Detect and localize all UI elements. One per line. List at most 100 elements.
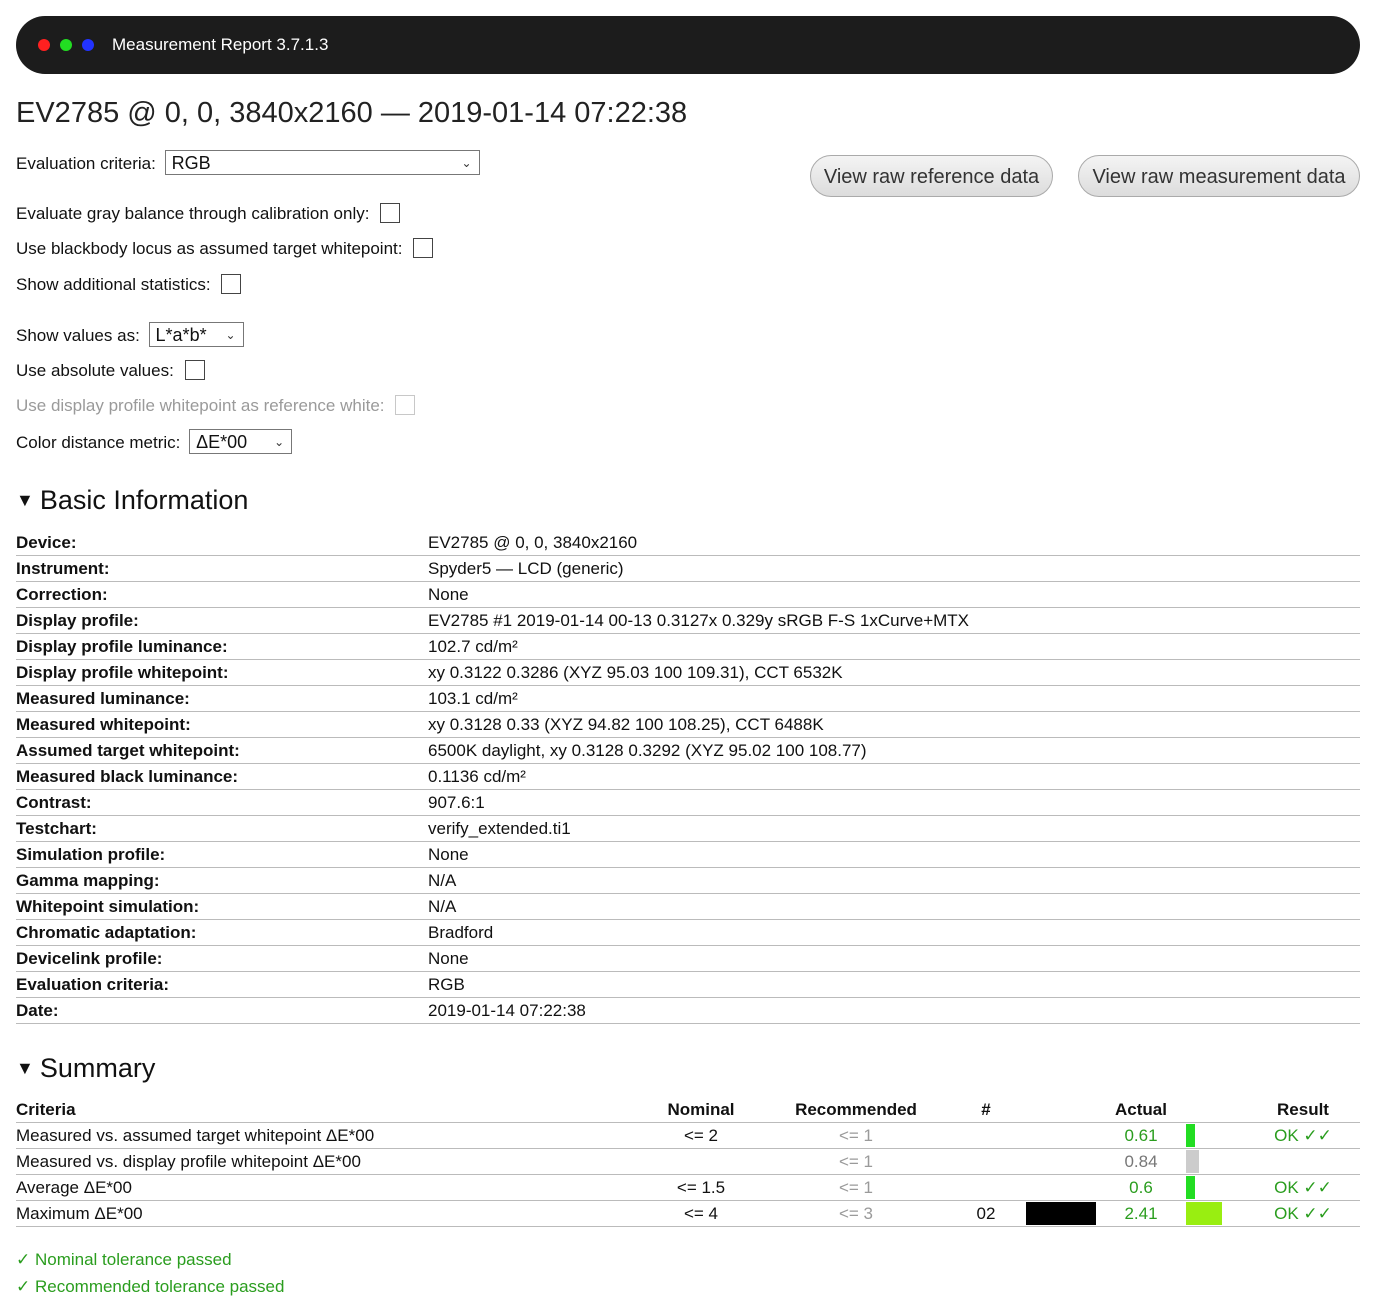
- summary-nominal: <= 2: [636, 1122, 766, 1149]
- summary-table: Criteria Nominal Recommended # Actual Re…: [16, 1097, 1360, 1227]
- info-key: Instrument:: [16, 555, 428, 582]
- nominal-passed-text: ✓ Nominal tolerance passed: [16, 1250, 232, 1269]
- profile-whitepoint-checkbox[interactable]: [395, 394, 416, 415]
- additional-stats-label: Show additional statistics:: [16, 275, 211, 294]
- info-value: 102.7 cd/m²: [428, 633, 1360, 660]
- actual-bar: [1186, 1124, 1195, 1147]
- info-value: 6500K daylight, xy 0.3128 0.3292 (XYZ 95…: [428, 737, 1360, 764]
- summary-actual: 0.6: [1096, 1174, 1186, 1201]
- summary-nominal: [636, 1148, 766, 1175]
- info-key: Measured whitepoint:: [16, 711, 428, 738]
- color-swatch: [1026, 1202, 1096, 1225]
- info-value: 0.1136 cd/m²: [428, 763, 1360, 790]
- minimize-dot-icon[interactable]: [60, 39, 72, 51]
- gray-balance-label: Evaluate gray balance through calibratio…: [16, 204, 370, 223]
- info-key: Measured luminance:: [16, 685, 428, 712]
- info-value: None: [428, 945, 1360, 972]
- summary-result: [1246, 1148, 1360, 1175]
- info-row: Assumed target whitepoint: 6500K daylight…: [16, 737, 1360, 764]
- evaluation-criteria-select[interactable]: RGB ⌄: [164, 150, 480, 175]
- info-row: Instrument: Spyder5 — LCD (generic): [16, 555, 1360, 582]
- basic-info-heading[interactable]: ▼ Basic Information: [16, 485, 248, 516]
- summary-recommended: <= 1: [766, 1148, 946, 1175]
- summary-bar-cell: [1186, 1122, 1246, 1149]
- blackbody-row: Use blackbody locus as assumed target wh…: [16, 237, 434, 260]
- disclosure-triangle-icon[interactable]: ▼: [16, 1058, 34, 1078]
- col-criteria: Criteria: [16, 1097, 636, 1123]
- summary-row: Measured vs. display profile whitepoint …: [16, 1148, 1360, 1175]
- info-row: Evaluation criteria: RGB: [16, 971, 1360, 998]
- info-key: Chromatic adaptation:: [16, 919, 428, 946]
- info-value: None: [428, 841, 1360, 868]
- info-row: Measured luminance: 103.1 cd/m²: [16, 685, 1360, 712]
- report-title: EV2785 @ 0, 0, 3840x2160 — 2019-01-14 07…: [16, 97, 688, 129]
- additional-stats-row: Show additional statistics:: [16, 273, 242, 296]
- info-value: verify_extended.ti1: [428, 815, 1360, 842]
- metric-value: ΔE*00: [196, 432, 248, 452]
- maximize-dot-icon[interactable]: [82, 39, 94, 51]
- info-row: Testchart: verify_extended.ti1: [16, 815, 1360, 842]
- summary-actual: 0.61: [1096, 1122, 1186, 1149]
- summary-bar-cell: [1186, 1174, 1246, 1201]
- col-nominal: Nominal: [636, 1097, 766, 1123]
- summary-recommended: <= 1: [766, 1122, 946, 1149]
- info-key: Date:: [16, 997, 428, 1024]
- col-number: #: [946, 1097, 1026, 1123]
- info-key: Measured black luminance:: [16, 763, 428, 790]
- info-value: EV2785 @ 0, 0, 3840x2160: [428, 530, 1360, 556]
- show-values-select[interactable]: L*a*b* ⌄: [148, 322, 244, 347]
- chevron-down-icon: ⌄: [461, 156, 472, 170]
- col-bar: [1186, 1097, 1246, 1123]
- info-key: Gamma mapping:: [16, 867, 428, 894]
- info-key: Evaluation criteria:: [16, 971, 428, 998]
- summary-criteria: Measured vs. display profile whitepoint …: [16, 1148, 636, 1175]
- col-swatch: [1026, 1097, 1096, 1123]
- summary-row: Maximum ΔE*00 <= 4 <= 3 02 2.41 OK ✓✓: [16, 1200, 1360, 1227]
- actual-bar: [1186, 1150, 1199, 1173]
- disclosure-triangle-icon[interactable]: ▼: [16, 490, 34, 510]
- summary-number: 02: [946, 1200, 1026, 1227]
- view-reference-button[interactable]: View raw reference data: [810, 155, 1053, 197]
- absolute-values-label: Use absolute values:: [16, 361, 174, 380]
- info-key: Contrast:: [16, 789, 428, 816]
- summary-heading[interactable]: ▼ Summary: [16, 1053, 155, 1084]
- info-value: N/A: [428, 893, 1360, 920]
- view-measurement-button[interactable]: View raw measurement data: [1078, 155, 1360, 197]
- close-dot-icon[interactable]: [38, 39, 50, 51]
- blackbody-label: Use blackbody locus as assumed target wh…: [16, 239, 403, 258]
- summary-number: [946, 1174, 1026, 1201]
- evaluation-criteria-value: RGB: [171, 153, 211, 173]
- info-row: Display profile whitepoint: xy 0.3122 0.3…: [16, 659, 1360, 686]
- col-recommended: Recommended: [766, 1097, 946, 1123]
- info-value: 103.1 cd/m²: [428, 685, 1360, 712]
- gray-balance-checkbox[interactable]: [380, 202, 401, 223]
- absolute-values-checkbox[interactable]: [184, 359, 205, 380]
- window-title: Measurement Report 3.7.1.3: [112, 35, 329, 54]
- chevron-down-icon: ⌄: [225, 328, 236, 342]
- summary-actual: 2.41: [1096, 1200, 1186, 1227]
- actual-bar: [1186, 1176, 1195, 1199]
- info-key: Assumed target whitepoint:: [16, 737, 428, 764]
- summary-result: OK ✓✓: [1246, 1200, 1360, 1227]
- summary-swatch-cell: [1026, 1200, 1096, 1227]
- summary-bar-cell: [1186, 1200, 1246, 1227]
- chevron-down-icon: ⌄: [274, 435, 285, 449]
- info-row: Gamma mapping: N/A: [16, 867, 1360, 894]
- info-key: Simulation profile:: [16, 841, 428, 868]
- additional-stats-checkbox[interactable]: [221, 273, 242, 294]
- col-actual: Actual: [1096, 1097, 1186, 1123]
- summary-result: OK ✓✓: [1246, 1174, 1360, 1201]
- info-key: Display profile luminance:: [16, 633, 428, 660]
- show-values-value: L*a*b*: [155, 325, 207, 345]
- info-value: RGB: [428, 971, 1360, 998]
- info-row: Correction: None: [16, 581, 1360, 608]
- info-key: Display profile:: [16, 607, 428, 634]
- blackbody-checkbox[interactable]: [413, 237, 434, 258]
- metric-select[interactable]: ΔE*00 ⌄: [189, 429, 293, 454]
- profile-whitepoint-label: Use display profile whitepoint as refere…: [16, 396, 385, 415]
- info-value: 2019-01-14 07:22:38: [428, 997, 1360, 1024]
- summary-criteria: Measured vs. assumed target whitepoint Δ…: [16, 1122, 636, 1149]
- recommended-passed-text: ✓ Recommended tolerance passed: [16, 1277, 285, 1296]
- summary-row: Average ΔE*00 <= 1.5 <= 1 0.6 OK ✓✓: [16, 1174, 1360, 1201]
- info-key: Testchart:: [16, 815, 428, 842]
